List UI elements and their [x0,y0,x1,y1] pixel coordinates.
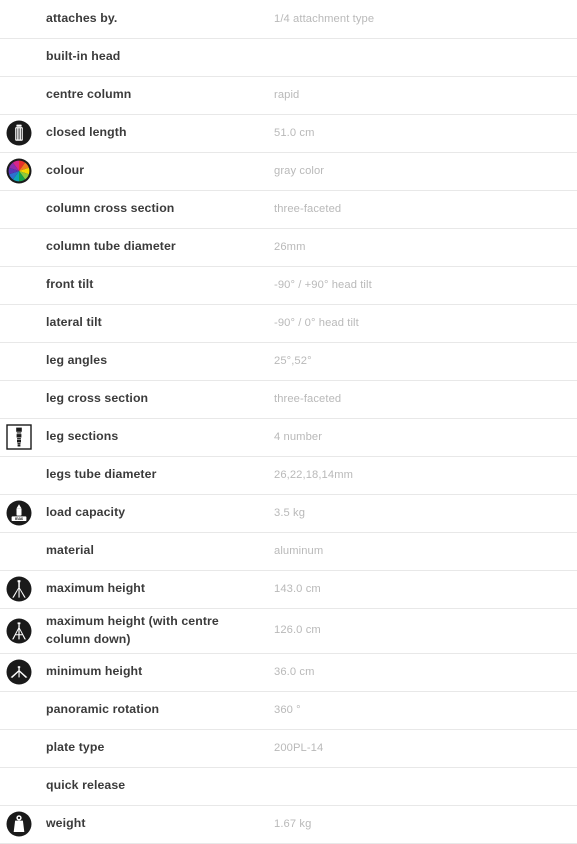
table-row: material aluminum [0,532,577,570]
spec-icon-cell: max [0,494,46,532]
spec-value: 51.0 cm [274,126,315,139]
spec-value: 1/4 attachment type [274,12,375,25]
spec-label: leg angles [46,353,108,368]
spec-value [274,38,577,76]
spec-icon-cell [0,266,46,304]
spec-value: 25°,52° [274,354,312,367]
table-row: leg sections 4 number [0,418,577,456]
spec-icon-cell [0,228,46,266]
spec-value: three-faceted [274,202,342,215]
spec-value: 200PL-14 [274,741,324,754]
spec-label: front tilt [46,277,94,292]
spec-icon-cell [0,342,46,380]
spec-icon-cell [0,418,46,456]
spec-icon-cell [0,805,46,843]
table-row: lateral tilt -90° / 0° head tilt [0,304,577,342]
tripod-min-icon [6,659,32,685]
table-row: leg angles 25°,52° [0,342,577,380]
spec-label: minimum height [46,664,143,679]
spec-label: closed length [46,125,127,140]
weight-icon [6,811,32,837]
spec-icon-cell [0,152,46,190]
spec-value: -90° / +90° head tilt [274,278,372,291]
spec-icon-cell [0,608,46,653]
tripod-max-icon [6,576,32,602]
spec-icon-cell [0,532,46,570]
table-row: minimum height 36.0 cm [0,653,577,691]
spec-icon-cell [0,114,46,152]
spec-label: column tube diameter [46,239,176,254]
spec-icon-cell [0,304,46,342]
tripod-column-icon [6,618,32,644]
colour-wheel-icon [6,158,32,184]
svg-text:max: max [15,516,24,521]
spec-value: 3.5 kg [274,506,306,519]
spec-icon-cell [0,570,46,608]
leg-sections-icon [6,424,32,450]
spec-label: built-in head [46,49,121,64]
spec-label: column cross section [46,201,175,216]
table-row: weight 1.67 kg [0,805,577,843]
spec-label: attaches by. [46,10,118,25]
spec-value: 4 number [274,430,323,443]
spec-label: leg sections [46,429,119,444]
spec-value: 36.0 cm [274,665,315,678]
table-row: quick release [0,767,577,805]
table-row: maximum height (with centre column down)… [0,608,577,653]
table-row: centre column rapid [0,76,577,114]
spec-value: 1.67 kg [274,817,312,830]
table-row: front tilt -90° / +90° head tilt [0,266,577,304]
table-row: column tube diameter 26mm [0,228,577,266]
table-row: max load capacity 3.5 kg [0,494,577,532]
spec-value: 143.0 cm [274,582,321,595]
spec-label: plate type [46,740,105,755]
spec-label: legs tube diameter [46,467,157,482]
spec-value: three-faceted [274,392,342,405]
spec-label: material [46,543,94,558]
spec-label: panoramic rotation [46,702,160,717]
spec-icon-cell [0,729,46,767]
table-row: column cross section three-faceted [0,190,577,228]
spec-icon-cell [0,767,46,805]
spec-label: maximum height (with centre column down) [46,613,219,646]
spec-value: 360 ° [274,703,301,716]
spec-icon-cell [0,653,46,691]
spec-icon-cell [0,38,46,76]
spec-value: aluminum [274,544,324,557]
table-row: colour gray color [0,152,577,190]
spec-icon-cell [0,76,46,114]
spec-icon-cell [0,691,46,729]
table-row: legs tube diameter 26,22,18,14mm [0,456,577,494]
spec-icon-cell [0,0,46,38]
spec-value: 26,22,18,14mm [274,468,354,481]
spec-label: quick release [46,778,126,793]
table-row: closed length 51.0 cm [0,114,577,152]
spec-icon-cell [0,190,46,228]
spec-value: -90° / 0° head tilt [274,316,359,329]
spec-icon-cell [0,456,46,494]
specifications-table: attaches by. 1/4 attachment type built-in … [0,0,577,844]
specifications-table-body: attaches by. 1/4 attachment type built-in … [0,0,577,843]
spec-label: maximum height [46,581,146,596]
spec-value: rapid [274,88,300,101]
spec-label: lateral tilt [46,315,102,330]
spec-label: centre column [46,87,132,102]
table-row: attaches by. 1/4 attachment type [0,0,577,38]
closed-length-icon [6,120,32,146]
spec-value: 126.0 cm [274,624,321,637]
spec-value: gray color [274,164,325,177]
table-row: plate type 200PL-14 [0,729,577,767]
spec-label: load capacity [46,505,126,520]
spec-label: leg cross section [46,391,149,406]
spec-value: 26mm [274,240,306,253]
spec-label: weight [46,816,86,831]
table-row: leg cross section three-faceted [0,380,577,418]
load-capacity-icon: max [6,500,32,526]
table-row: maximum height 143.0 cm [0,570,577,608]
table-row: built-in head [0,38,577,76]
spec-value [274,767,577,805]
table-row: panoramic rotation 360 ° [0,691,577,729]
spec-label: colour [46,163,85,178]
spec-icon-cell [0,380,46,418]
